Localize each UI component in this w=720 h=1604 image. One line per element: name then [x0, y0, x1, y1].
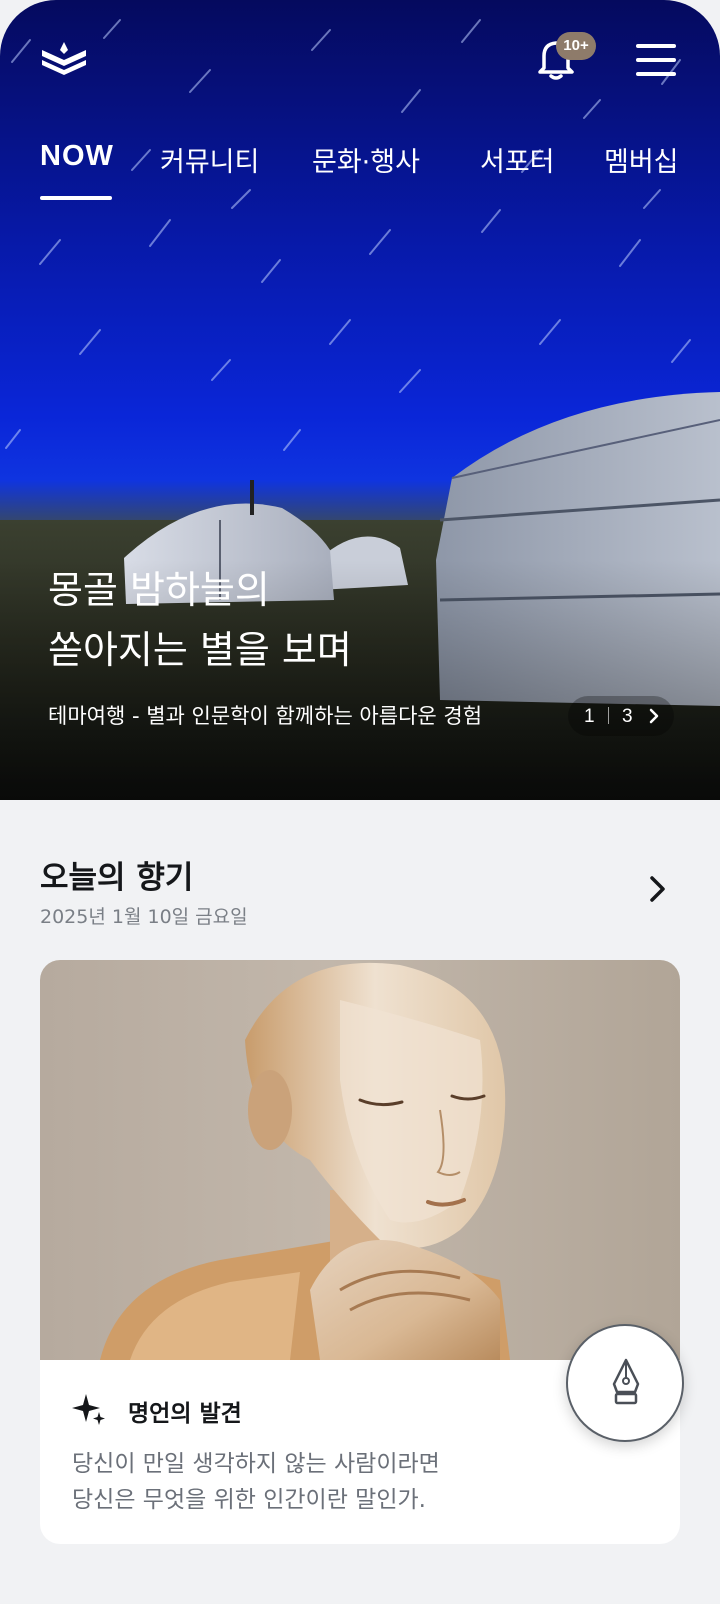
- quote-card-label: 명언의 발견: [128, 1401, 242, 1427]
- section-more-chevron-icon[interactable]: [646, 872, 670, 906]
- tab-culture-events[interactable]: 문화·행사: [312, 140, 420, 179]
- hamburger-menu-icon[interactable]: [636, 44, 676, 76]
- brand-logo-icon[interactable]: [38, 40, 90, 76]
- fountain-pen-icon: [612, 1358, 640, 1405]
- tab-membership[interactable]: 멤버십: [604, 140, 679, 179]
- pager-total: 3: [622, 706, 633, 727]
- hero-subtitle: 테마여행 - 별과 인문학이 함께하는 아름다운 경험: [48, 704, 483, 728]
- tab-now[interactable]: NOW: [40, 140, 114, 173]
- tab-community[interactable]: 커뮤니티: [160, 140, 259, 179]
- notification-badge: 10+: [556, 32, 596, 60]
- section-date: 2025년 1월 10일 금요일: [40, 906, 248, 928]
- tab-supporter[interactable]: 서포터: [480, 140, 555, 179]
- active-tab-indicator: [40, 196, 112, 200]
- write-fab-button[interactable]: [566, 1324, 684, 1442]
- hero-pager[interactable]: 1 3: [568, 696, 674, 736]
- quote-text-line2: 당신은 무엇을 위한 인간이란 말인가.: [72, 1487, 426, 1513]
- app-screen: 10+ NOW 커뮤니티 문화·행사 서포터 멤버십 몽골 밤하늘의 쏟아지는 …: [0, 0, 720, 1604]
- pager-current: 1: [584, 706, 595, 727]
- top-nav-tabs: NOW 커뮤니티 문화·행사 서포터 멤버십: [40, 140, 720, 200]
- pager-divider: [608, 707, 609, 724]
- hero-background-image: [0, 19, 720, 800]
- sculpture-image: [40, 960, 680, 1360]
- section-title: 오늘의 향기: [40, 860, 194, 896]
- quote-text-line1: 당신이 만일 생각하지 않는 사람이라면: [72, 1451, 440, 1477]
- hero-banner[interactable]: 10+ NOW 커뮤니티 문화·행사 서포터 멤버십 몽골 밤하늘의 쏟아지는 …: [0, 0, 720, 800]
- chevron-right-icon[interactable]: [646, 707, 662, 725]
- hero-title-line1: 몽골 밤하늘의: [48, 568, 270, 612]
- sparkle-icon: [72, 1394, 105, 1425]
- hero-title-line2: 쏟아지는 별을 보며: [48, 628, 352, 672]
- hero-title: 몽골 밤하늘의 쏟아지는 별을 보며: [48, 560, 352, 680]
